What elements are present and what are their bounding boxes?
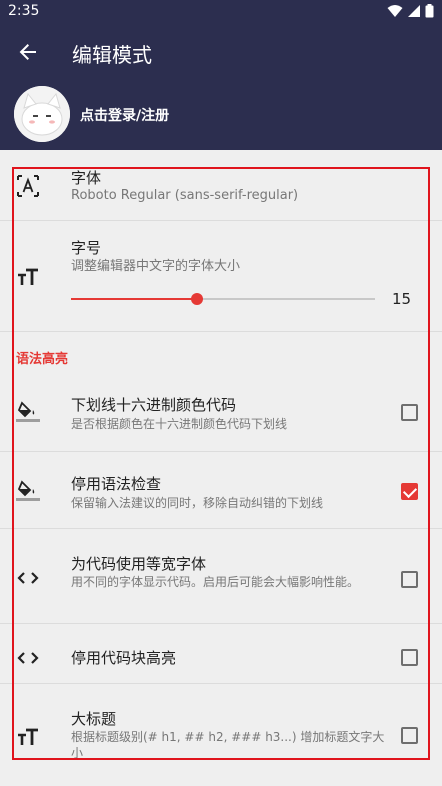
fill-drip-icon xyxy=(16,399,40,423)
status-time: 2:35 xyxy=(8,3,40,19)
status-bar: 2:35 xyxy=(0,0,442,24)
setting-disable-spellcheck-subtitle: 保留输入法建议的同时，移除自动纠错的下划线 xyxy=(71,496,324,510)
setting-monospace-code[interactable]: 为代码使用等宽字体 用不同的字体显示代码。启用后可能会大幅影响性能。 xyxy=(0,529,442,624)
text-size-icon xyxy=(16,265,40,289)
battery-icon xyxy=(425,4,434,18)
setting-disable-spellcheck-checkbox[interactable] xyxy=(401,483,418,500)
setting-font-size-subtitle: 调整编辑器中文字的字体大小 xyxy=(71,259,241,274)
font-size-slider-fill xyxy=(71,298,198,300)
setting-disable-spellcheck[interactable]: 停用语法检查 保留输入法建议的同时，移除自动纠错的下划线 xyxy=(0,452,442,529)
code-icon xyxy=(16,566,40,590)
setting-monospace-code-checkbox[interactable] xyxy=(401,571,418,588)
setting-large-headings-checkbox[interactable] xyxy=(401,727,418,744)
setting-underline-hex-checkbox[interactable] xyxy=(401,404,418,421)
section-header-syntax: 语法高亮 xyxy=(16,352,69,367)
setting-font-subtitle: Roboto Regular (sans-serif-regular) xyxy=(71,188,299,203)
page-title: 编辑模式 xyxy=(72,43,152,67)
login-link[interactable]: 点击登录/注册 xyxy=(80,105,169,125)
setting-underline-hex-subtitle: 是否根据颜色在十六进制颜色代码下划线 xyxy=(71,417,288,431)
signal-icon xyxy=(408,5,420,17)
status-icons xyxy=(387,4,434,18)
setting-disable-codeblock-highlight-checkbox[interactable] xyxy=(401,649,418,666)
setting-disable-codeblock-highlight[interactable]: 停用代码块高亮 xyxy=(0,624,442,684)
setting-monospace-code-title: 为代码使用等宽字体 xyxy=(71,555,207,573)
setting-font[interactable]: 字体 Roboto Regular (sans-serif-regular) xyxy=(0,150,442,221)
setting-font-title: 字体 xyxy=(71,169,102,187)
setting-underline-hex-title: 下划线十六进制颜色代码 xyxy=(71,396,237,414)
setting-underline-hex[interactable]: 下划线十六进制颜色代码 是否根据颜色在十六进制颜色代码下划线 xyxy=(0,373,442,452)
fill-drip-icon xyxy=(16,478,40,502)
setting-font-size-title: 字号 xyxy=(71,239,102,257)
profile-header[interactable]: 点击登录/注册 xyxy=(0,80,442,150)
font-size-slider[interactable] xyxy=(71,293,375,305)
font-size-value: 15 xyxy=(392,290,412,308)
back-button[interactable] xyxy=(14,38,42,66)
wifi-icon xyxy=(387,5,403,17)
text-size-icon xyxy=(16,725,40,749)
setting-large-headings-subtitle: 根据标题级别(# h1, ## h2, ### h3...) 增加标题文字大小 xyxy=(71,730,385,760)
setting-disable-spellcheck-title: 停用语法检查 xyxy=(71,475,162,493)
settings-list[interactable]: 字体 Roboto Regular (sans-serif-regular) 字… xyxy=(0,150,442,786)
setting-disable-codeblock-highlight-title: 停用代码块高亮 xyxy=(71,649,177,667)
font-icon xyxy=(16,174,40,198)
avatar[interactable] xyxy=(14,86,70,142)
setting-large-headings-title: 大标题 xyxy=(71,710,117,728)
setting-font-size[interactable]: 字号 调整编辑器中文字的字体大小 xyxy=(0,221,442,332)
avatar-cat-icon xyxy=(14,86,70,142)
code-icon xyxy=(16,646,40,670)
app-bar: 编辑模式 xyxy=(0,24,442,80)
setting-monospace-code-subtitle: 用不同的字体显示代码。启用后可能会大幅影响性能。 xyxy=(71,575,360,589)
back-arrow-icon xyxy=(19,44,36,60)
setting-large-headings[interactable]: 大标题 根据标题级别(# h1, ## h2, ### h3...) 增加标题文… xyxy=(0,684,442,786)
